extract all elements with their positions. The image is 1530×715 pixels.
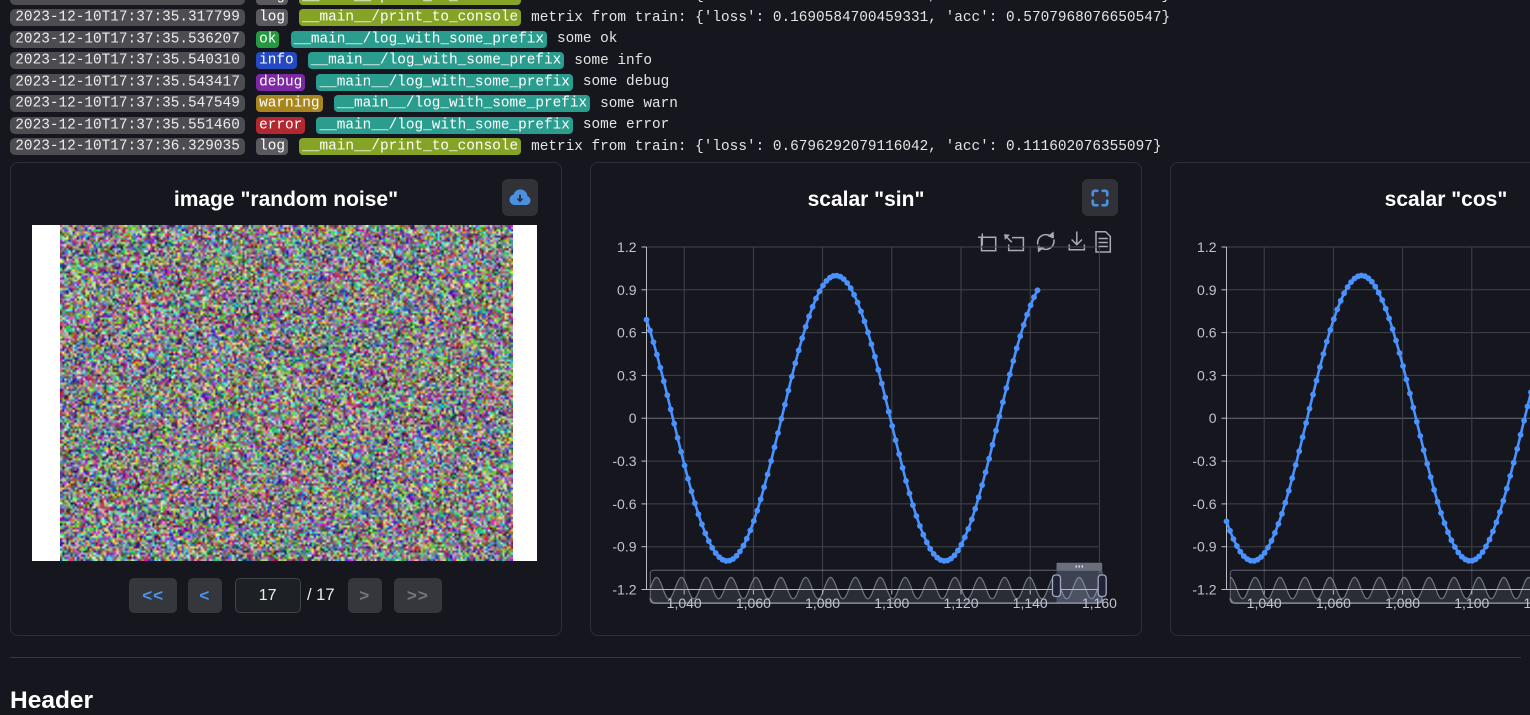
svg-text:0.6: 0.6 bbox=[617, 324, 637, 340]
svg-text:-0.9: -0.9 bbox=[1192, 538, 1216, 554]
svg-text:0.9: 0.9 bbox=[1197, 281, 1217, 297]
svg-text:1,040: 1,040 bbox=[1247, 595, 1282, 611]
svg-text:1,120: 1,120 bbox=[943, 595, 978, 611]
svg-text:1,160: 1,160 bbox=[1082, 595, 1117, 611]
svg-text:0: 0 bbox=[1209, 410, 1217, 426]
svg-text:0.3: 0.3 bbox=[617, 367, 637, 383]
svg-text:1,120: 1,120 bbox=[1523, 595, 1530, 611]
svg-text:1,080: 1,080 bbox=[1385, 595, 1420, 611]
svg-text:-0.3: -0.3 bbox=[612, 453, 636, 469]
svg-text:1,100: 1,100 bbox=[874, 595, 909, 611]
svg-text:1,100: 1,100 bbox=[1454, 595, 1489, 611]
svg-text:-0.3: -0.3 bbox=[1192, 453, 1216, 469]
svg-text:1,040: 1,040 bbox=[667, 595, 702, 611]
svg-text:0.3: 0.3 bbox=[1197, 367, 1217, 383]
svg-text:0.9: 0.9 bbox=[617, 281, 637, 297]
svg-text:1.2: 1.2 bbox=[617, 239, 637, 255]
svg-text:-1.2: -1.2 bbox=[1192, 581, 1216, 597]
svg-text:-0.6: -0.6 bbox=[1192, 495, 1216, 511]
svg-text:-1.2: -1.2 bbox=[612, 581, 636, 597]
svg-text:1,080: 1,080 bbox=[805, 595, 840, 611]
svg-text:1,140: 1,140 bbox=[1013, 595, 1048, 611]
svg-text:1.2: 1.2 bbox=[1197, 239, 1217, 255]
svg-text:0: 0 bbox=[629, 410, 637, 426]
svg-text:0.6: 0.6 bbox=[1197, 324, 1217, 340]
svg-text:1,060: 1,060 bbox=[736, 595, 771, 611]
svg-text:1,060: 1,060 bbox=[1316, 595, 1351, 611]
svg-text:-0.6: -0.6 bbox=[612, 495, 636, 511]
svg-text:-0.9: -0.9 bbox=[612, 538, 636, 554]
